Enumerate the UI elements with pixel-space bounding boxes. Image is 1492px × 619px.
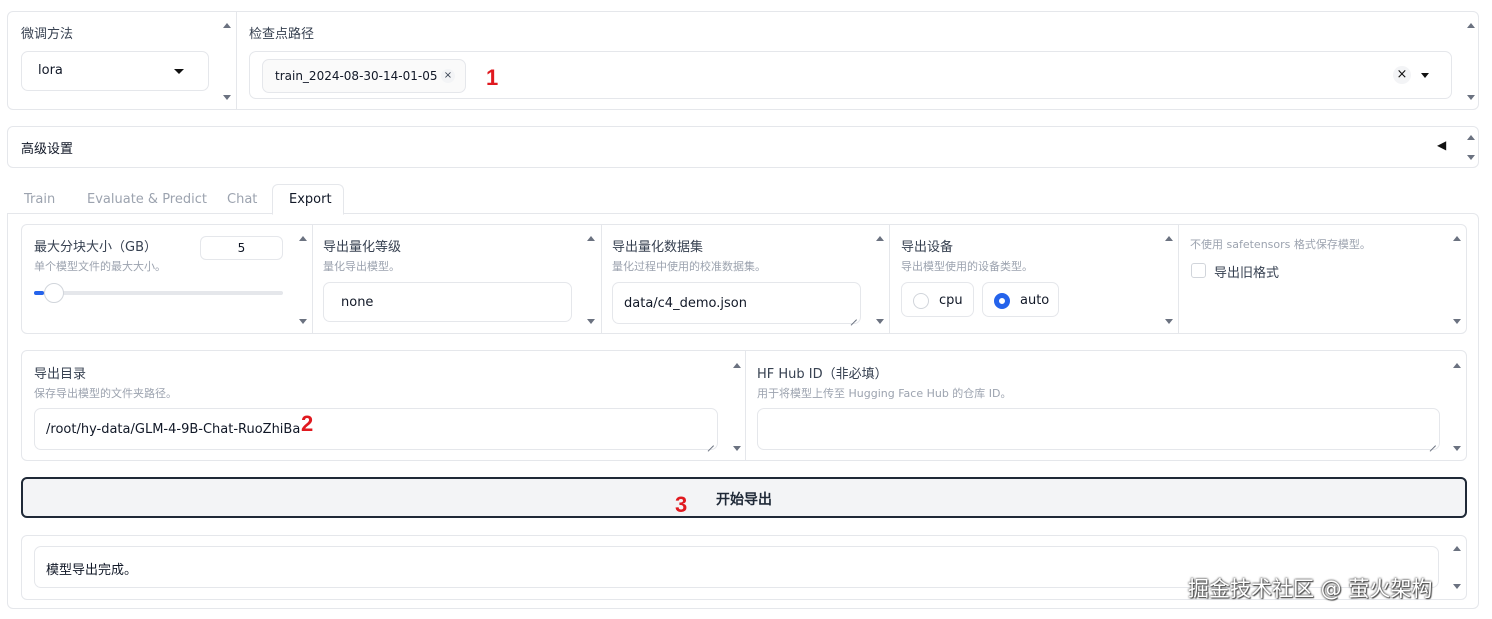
finetune-method-label: 微调方法 xyxy=(21,27,74,42)
scroll-arrows-icon[interactable] xyxy=(1453,363,1463,451)
legacy-format-checkbox[interactable] xyxy=(1191,263,1206,278)
divider xyxy=(745,351,746,460)
divider xyxy=(312,225,313,333)
device-option-auto-label: auto xyxy=(1020,293,1050,308)
export-dir-info: 保存导出模型的文件夹路径。 xyxy=(34,387,177,400)
checkpoint-chip[interactable]: train_2024-08-30-14-01-05 × xyxy=(262,59,466,93)
export-device-info: 导出模型使用的设备类型。 xyxy=(901,260,1033,273)
tab-export-label: Export xyxy=(289,192,332,207)
finetune-method-dropdown[interactable]: lora xyxy=(21,51,209,91)
slider-fill xyxy=(34,291,44,295)
tab-evaluate-predict[interactable]: Evaluate & Predict xyxy=(87,192,207,207)
legacy-format-info: 不使用 safetensors 格式保存模型。 xyxy=(1190,238,1371,251)
tab-export[interactable]: Export xyxy=(272,184,344,215)
advanced-settings-label: 高级设置 xyxy=(21,142,74,157)
max-shard-value: 5 xyxy=(237,241,246,255)
divider xyxy=(236,12,237,109)
scroll-arrows-icon[interactable] xyxy=(1467,23,1477,100)
resize-handle-icon[interactable] xyxy=(1428,438,1436,446)
top-row-panel: 微调方法 lora 检查点路径 train_2024-08-30-14-01-0… xyxy=(7,11,1479,110)
quant-bit-dropdown[interactable]: none xyxy=(323,282,572,322)
device-option-cpu-label: cpu xyxy=(939,293,963,308)
divider xyxy=(601,225,602,333)
watermark: 掘金技术社区 @ 萤火架构 xyxy=(1188,577,1433,601)
max-shard-label: 最大分块大小（GB） xyxy=(34,240,157,255)
quant-dataset-textarea[interactable]: data/c4_demo.json xyxy=(612,282,861,324)
scroll-arrows-icon[interactable] xyxy=(1165,236,1175,324)
resize-handle-icon[interactable] xyxy=(706,438,714,446)
checkpoint-chip-label: train_2024-08-30-14-01-05 xyxy=(275,69,438,83)
quant-dataset-label: 导出量化数据集 xyxy=(612,240,704,255)
scroll-arrows-icon[interactable] xyxy=(876,236,886,324)
export-path-row: 导出目录 保存导出模型的文件夹路径。 /root/hy-data/GLM-4-9… xyxy=(21,350,1467,461)
quant-bit-label: 导出量化等级 xyxy=(323,240,402,255)
hub-id-textarea[interactable] xyxy=(757,408,1440,450)
radio-icon xyxy=(913,293,929,309)
scroll-arrows-icon[interactable] xyxy=(733,363,743,451)
max-shard-info: 单个模型文件的最大大小。 xyxy=(34,260,166,273)
quant-bit-value: none xyxy=(341,295,374,310)
chevron-down-icon[interactable] xyxy=(1421,73,1429,78)
hub-id-label: HF Hub ID（非必填） xyxy=(757,367,888,382)
start-export-button[interactable]: 开始导出 xyxy=(21,477,1467,518)
quant-bit-info: 量化导出模型。 xyxy=(323,260,400,273)
chevron-down-icon xyxy=(174,69,184,74)
advanced-settings-accordion[interactable]: 高级设置 ◀ xyxy=(7,126,1479,168)
scroll-arrows-icon[interactable] xyxy=(223,23,233,100)
legacy-format-label[interactable]: 导出旧格式 xyxy=(1214,262,1279,281)
annotation-marker-1: 1 xyxy=(486,65,499,90)
export-tab-panel: 最大分块大小（GB） 单个模型文件的最大大小。 5 导出量化等级 量化导出模型。… xyxy=(7,213,1479,609)
quant-dataset-value: data/c4_demo.json xyxy=(624,296,747,311)
export-dir-value: /root/hy-data/GLM-4-9B-Chat-RuoZhiBa xyxy=(46,422,301,437)
scroll-arrows-icon[interactable] xyxy=(1453,546,1463,589)
device-option-cpu[interactable]: cpu xyxy=(901,282,974,317)
quant-dataset-info: 量化过程中使用的校准数据集。 xyxy=(612,260,766,273)
annotation-marker-2: 2 xyxy=(301,411,314,436)
scroll-arrows-icon[interactable] xyxy=(1467,135,1477,160)
scroll-arrows-icon[interactable] xyxy=(299,236,309,324)
export-device-label: 导出设备 xyxy=(901,240,954,255)
divider xyxy=(1178,225,1179,333)
hub-id-info: 用于将模型上传至 Hugging Face Hub 的仓库 ID。 xyxy=(757,387,1012,400)
annotation-marker-3: 3 xyxy=(675,492,688,517)
device-option-auto[interactable]: auto xyxy=(982,282,1059,317)
tab-chat[interactable]: Chat xyxy=(227,192,257,207)
divider xyxy=(889,225,890,333)
checkpoint-path-multiselect[interactable]: train_2024-08-30-14-01-05 × × xyxy=(249,51,1452,99)
finetune-method-value: lora xyxy=(38,63,63,78)
max-shard-slider[interactable] xyxy=(34,283,283,303)
output-text: 模型导出完成。 xyxy=(46,563,138,578)
export-dir-label: 导出目录 xyxy=(34,367,87,382)
resize-handle-icon[interactable] xyxy=(849,312,857,320)
tab-train[interactable]: Train xyxy=(24,192,55,207)
export-dir-textarea[interactable]: /root/hy-data/GLM-4-9B-Chat-RuoZhiBa xyxy=(34,408,718,450)
chip-remove-icon[interactable]: × xyxy=(441,69,455,83)
max-shard-number-input[interactable]: 5 xyxy=(200,236,283,260)
start-export-label: 开始导出 xyxy=(716,492,772,508)
clear-icon[interactable]: × xyxy=(1393,66,1411,84)
export-settings-row: 最大分块大小（GB） 单个模型文件的最大大小。 5 导出量化等级 量化导出模型。… xyxy=(21,224,1467,334)
checkpoint-path-label: 检查点路径 xyxy=(249,27,315,42)
radio-selected-icon xyxy=(994,293,1010,309)
slider-thumb[interactable] xyxy=(44,283,64,303)
scroll-arrows-icon[interactable] xyxy=(587,236,597,324)
tab-bar: Train Evaluate & Predict Chat Export xyxy=(7,184,1479,215)
collapse-toggle-icon[interactable]: ◀ xyxy=(1437,138,1446,152)
scroll-arrows-icon[interactable] xyxy=(1453,236,1463,324)
